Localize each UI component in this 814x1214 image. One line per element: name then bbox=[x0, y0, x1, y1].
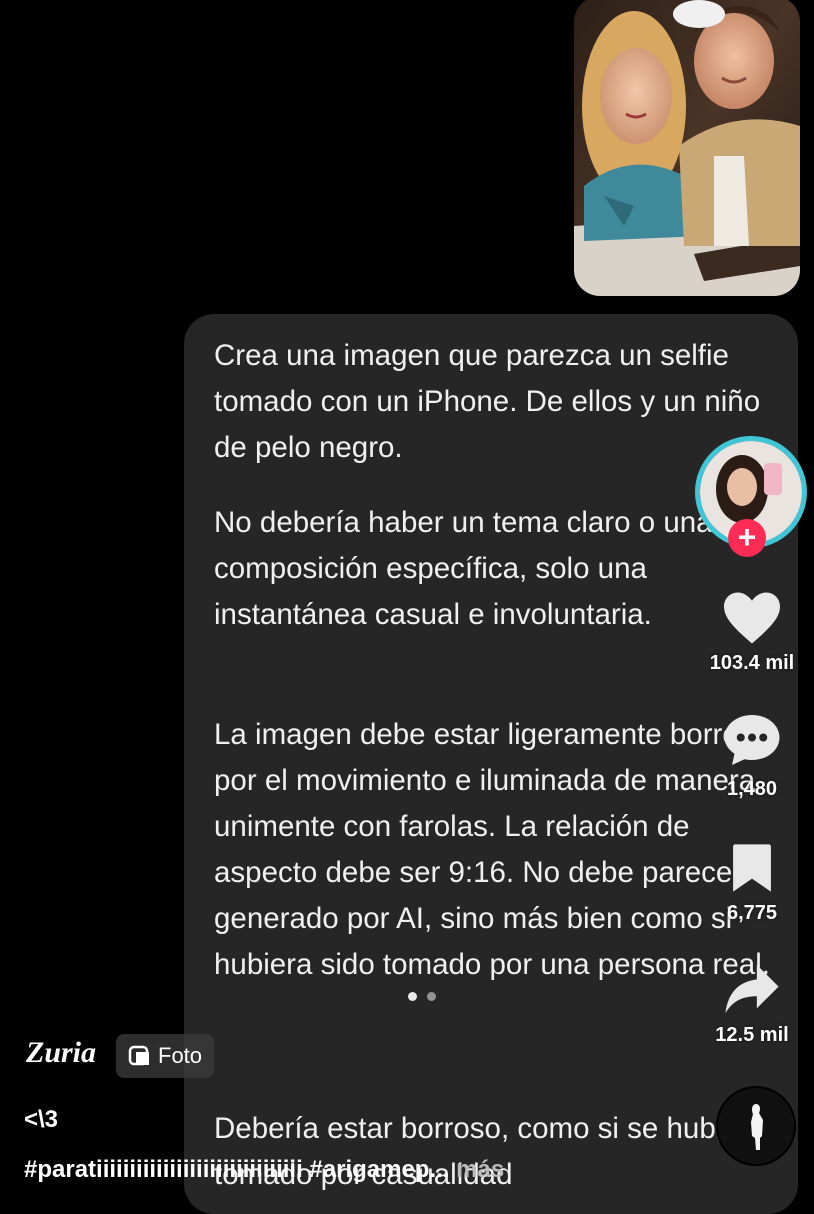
comment-icon bbox=[724, 715, 780, 765]
photo-tag[interactable]: Foto bbox=[116, 1034, 215, 1078]
comment-count: 1,480 bbox=[726, 778, 778, 800]
share-count: 12.5 mil bbox=[715, 1024, 789, 1046]
caption-line-1: <\3 bbox=[24, 1106, 59, 1133]
post-paragraph-1: Crea una imagen que parezca un selfie to… bbox=[214, 339, 761, 464]
carousel-dot-active bbox=[408, 992, 417, 1001]
music-disc-icon bbox=[718, 1088, 794, 1164]
save-button[interactable]: 6,775 bbox=[700, 842, 804, 925]
carousel-dot bbox=[427, 992, 436, 1001]
plus-icon: + bbox=[737, 519, 757, 555]
music-disc-button[interactable] bbox=[716, 1086, 796, 1166]
post-paragraph-3: La imagen debe estar ligeramente borrosa… bbox=[214, 718, 770, 981]
photo-image bbox=[574, 0, 800, 296]
like-button[interactable]: 103.4 mil bbox=[700, 590, 804, 675]
more-link[interactable]: más bbox=[456, 1156, 504, 1183]
post-paragraph-4: Debería estar borroso, como si se hubier… bbox=[214, 1112, 765, 1191]
photo-tag-icon bbox=[128, 1045, 149, 1066]
carousel-indicator bbox=[408, 992, 436, 1001]
share-button[interactable]: 12.5 mil bbox=[700, 962, 804, 1047]
save-count: 6,775 bbox=[726, 902, 778, 924]
comment-button[interactable]: 1,480 bbox=[700, 712, 804, 801]
shared-photo[interactable] bbox=[574, 0, 800, 296]
creator-avatar-group[interactable]: + bbox=[695, 436, 807, 557]
caption-line-2[interactable]: #paratiiiiiiiiiiiiiiiiiiiiiiiiiiiiiii #a… bbox=[24, 1156, 504, 1184]
like-count: 103.4 mil bbox=[709, 652, 795, 674]
share-icon bbox=[725, 964, 779, 1014]
post-paragraph-2: No debería haber un tema claro o una com… bbox=[214, 506, 713, 631]
heart-icon bbox=[724, 592, 780, 644]
bookmark-icon bbox=[733, 844, 771, 892]
photo-tag-label: Foto bbox=[158, 1043, 203, 1068]
follow-button[interactable]: + bbox=[728, 519, 766, 557]
caption-hashtags[interactable]: #paratiiiiiiiiiiiiiiiiiiiiiiiiiiiiiii #a… bbox=[24, 1156, 449, 1183]
author-name[interactable]: Zuria bbox=[26, 1036, 96, 1070]
